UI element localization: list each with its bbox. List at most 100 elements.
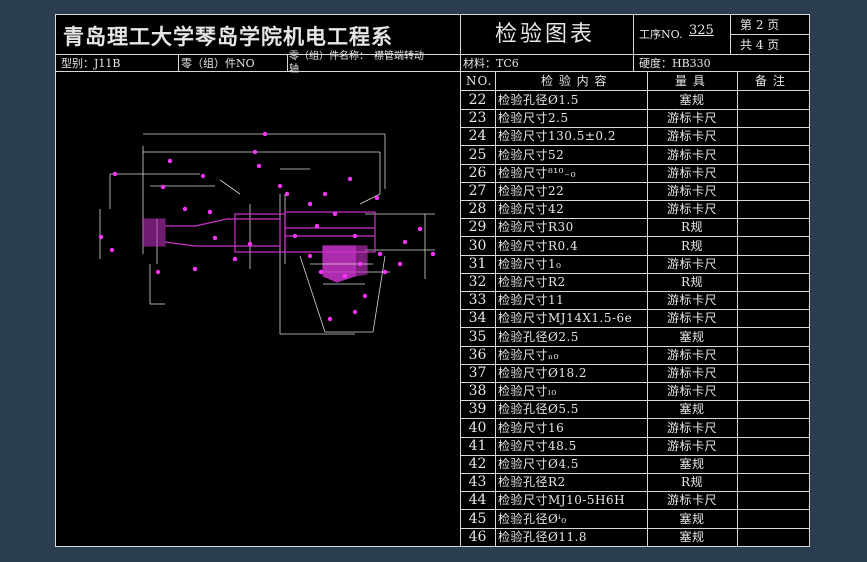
row-content: 检验尺寸R2 [498,275,566,289]
row-number: 42 [468,456,487,472]
row-tool: 塞规 [679,329,705,344]
row-number: 37 [468,365,487,381]
row-number: 22 [468,92,487,108]
row-content: 检验尺寸MJ10-5H6H [498,493,626,508]
row-number: 46 [468,528,487,545]
table-row: 38 检验尺寸ₗ₀ 游标卡尺 [460,382,810,402]
row-tool: 游标卡尺 [666,366,717,380]
row-number: 45 [468,510,487,527]
row-number: 43 [468,474,487,491]
material-label: 材料：TC6 [463,57,519,70]
row-number: 27 [468,183,487,199]
row-tool: 游标卡尺 [666,493,717,508]
row-number: 35 [468,328,487,345]
table-row: 43 检验孔径R2 R规 [460,473,810,493]
row-content: 检验尺寸R0.4 [498,238,579,253]
page-total: 共 4 页 [740,38,780,52]
row-tool: 游标卡尺 [666,147,717,162]
row-content: 检验孔径Øⁱ₀ [498,511,567,526]
header-vline-2 [633,14,634,71]
page-divider [730,34,810,35]
table-row: 30 检验尺寸R0.4 R规 [460,237,810,256]
row-number: 24 [468,128,487,145]
row-tool: 游标卡尺 [666,293,717,308]
row-content: 检验尺寸Ø4.5 [498,457,579,471]
row-content: 检验尺寸16 [498,420,565,435]
row-content: 检验尺寸22 [498,184,565,198]
table-row: 46 检验孔径Ø11.8 塞规 [460,528,810,547]
table-row: 33 检验尺寸11 游标卡尺 [460,291,810,311]
table-row: 37 检验尺寸Ø18.2 游标卡尺 [460,364,810,383]
table-row: 24 检验尺寸130.5±0.2 游标卡尺 [460,127,810,147]
row-number: 41 [468,437,487,454]
row-content: 检验尺寸2.5 [498,111,569,126]
column-no-header: NO. [466,74,493,88]
row-tool: R规 [680,220,704,235]
table-row: 41 检验尺寸48.5 游标卡尺 [460,437,810,456]
row-number: 40 [468,419,487,436]
row-tool: 塞规 [679,93,705,107]
row-number: 28 [468,201,487,218]
row-number: 23 [468,110,487,127]
row-tool: R规 [680,275,704,289]
table-row: 28 检验尺寸42 游标卡尺 [460,200,810,220]
table-row: 22 检验孔径Ø1.5 塞规 [460,91,810,110]
row-content: 检验尺寸1₀ [498,256,562,271]
table-row: 36 检验尺寸ₙ₀ 游标卡尺 [460,346,810,365]
row-number: 32 [468,274,487,290]
table-row: 25 检验尺寸52 游标卡尺 [460,146,810,165]
row-number: 29 [468,219,487,236]
row-content: 检验孔径Ø1.5 [498,93,579,107]
row-tool: 塞规 [679,511,705,526]
row-tool: 塞规 [679,529,705,544]
table-row: 35 检验孔径Ø2.5 塞规 [460,328,810,347]
row-content: 检验尺寸ₗ₀ [498,384,557,399]
row-tool: R规 [680,475,704,490]
row-tool: 游标卡尺 [666,184,717,198]
row-number: 31 [468,255,487,272]
row-content: 检验孔径R2 [498,475,566,490]
part-drawing [98,131,436,335]
table-row: 44 检验尺寸MJ10-5H6H 游标卡尺 [460,491,810,511]
process-number: 325 [689,23,714,38]
column-note-header: 备 注 [755,74,786,88]
row-content: 检验尺寸⁸¹⁰₋₀ [498,165,577,180]
row-content: 检验尺寸Ø18.2 [498,366,588,380]
page-number: 第 2 页 [740,18,780,32]
row-number: 26 [468,164,487,181]
row-content: 检验孔径Ø2.5 [498,329,579,344]
row-number: 38 [468,383,487,400]
row-number: 39 [468,401,487,418]
row-number: 30 [468,237,487,254]
table-row: 23 检验尺寸2.5 游标卡尺 [460,109,810,129]
drawing-sheet: 青岛理工大学琴岛学院机电工程系 检验图表 工序NO. 325 第 2 页 共 4… [55,14,810,547]
table-row: 39 检验孔径Ø5.5 塞规 [460,400,810,420]
row-number: 25 [468,146,487,163]
row-content: 检验尺寸48.5 [498,438,577,453]
table-row: 32 检验尺寸R2 R规 [460,273,810,292]
row-tool: 塞规 [679,402,705,417]
part-outline [142,211,376,283]
column-content-header: 检 验 内 容 [541,74,608,88]
row-content: 检验尺寸R30 [498,220,574,235]
column-tool-header: 量 具 [675,74,706,88]
row-content: 检验孔径Ø5.5 [498,402,579,417]
row-content: 检验尺寸42 [498,202,565,217]
row-tool: 塞规 [679,457,705,471]
row-tool: 游标卡尺 [666,384,717,399]
table-row: 40 检验尺寸16 游标卡尺 [460,419,810,438]
row-number: 34 [468,310,487,327]
table-row: 34 检验尺寸MJ14X1.5-6e 游标卡尺 [460,309,810,329]
row-content: 检验尺寸130.5±0.2 [498,129,616,144]
row-tool: 游标卡尺 [666,202,717,217]
row-content: 检验尺寸MJ14X1.5-6e [498,311,633,326]
form-title: 检验图表 [495,22,596,47]
row-content: 检验尺寸52 [498,147,565,162]
row-content: 检验孔径Ø11.8 [498,529,588,544]
process-label: 工序NO. [639,28,683,41]
row-tool: 游标卡尺 [666,256,717,271]
table-row: 27 检验尺寸22 游标卡尺 [460,182,810,201]
row-tool: 游标卡尺 [666,420,717,435]
row-number: 36 [468,346,487,363]
table-row: 29 检验尺寸R30 R规 [460,218,810,238]
